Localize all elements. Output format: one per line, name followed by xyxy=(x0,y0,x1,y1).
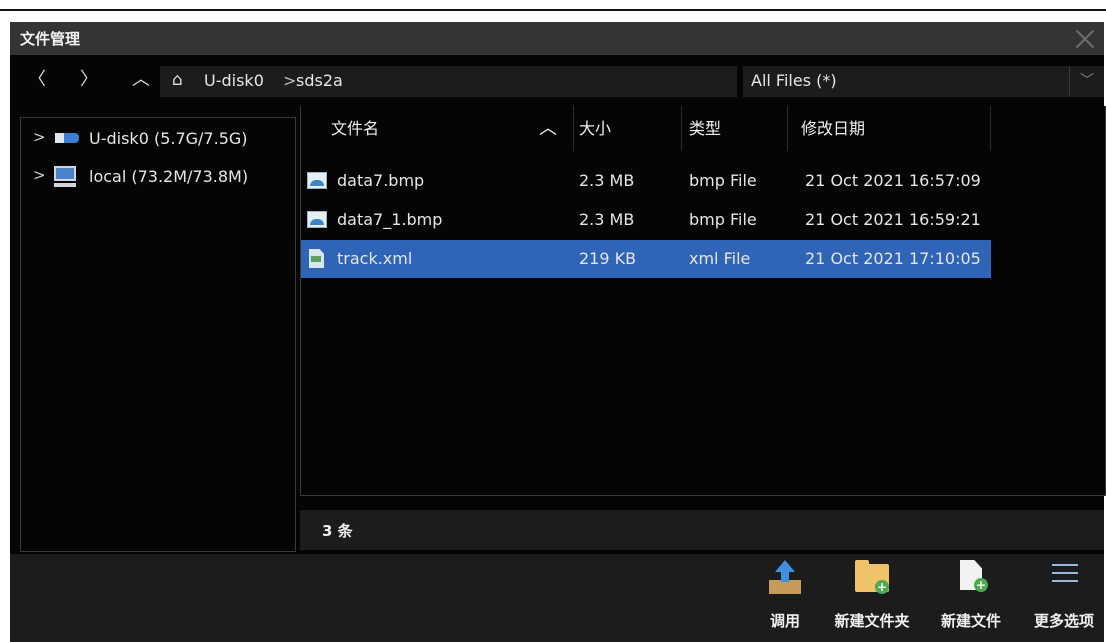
new-folder-label: 新建文件夹 xyxy=(834,612,910,630)
window-title: 文件管理 xyxy=(20,30,81,48)
title-bar: 文件管理 xyxy=(10,22,1104,55)
menu-list-icon xyxy=(1052,562,1078,586)
top-rule xyxy=(0,9,1106,11)
tree-item-local[interactable]: > local (73.2M/73.8M) xyxy=(21,162,293,192)
column-header-size[interactable]: 大小 xyxy=(579,106,611,151)
column-header-modified[interactable]: 修改日期 xyxy=(801,106,865,151)
item-count: 3 条 xyxy=(322,522,353,540)
plus-icon: + xyxy=(974,578,988,592)
new-file-label: 新建文件 xyxy=(940,612,1001,630)
usb-drive-icon xyxy=(55,133,79,143)
bottom-toolbar: 调用 + 新建文件夹 + 新建文件 更多选项 xyxy=(10,554,1104,642)
image-file-icon xyxy=(307,211,327,228)
load-icon xyxy=(767,560,803,596)
tree-item-label: U-disk0 (5.7G/7.5G) xyxy=(89,129,248,148)
chevron-right-icon[interactable]: > xyxy=(33,166,46,184)
file-type-filter[interactable]: All Files (*) ﹀ xyxy=(743,66,1104,97)
close-icon[interactable] xyxy=(1070,24,1100,54)
column-header-name[interactable]: 文件名 xyxy=(331,106,379,151)
load-button[interactable]: 调用 xyxy=(745,554,825,642)
up-button[interactable]: ︿ xyxy=(126,65,156,95)
home-icon[interactable]: ⌂ xyxy=(172,70,183,90)
file-name: data7.bmp xyxy=(337,171,425,190)
table-row[interactable]: data7_1.bmp 2.3 MB bmp File 21 Oct 2021 … xyxy=(301,201,991,239)
column-divider[interactable] xyxy=(990,106,991,151)
chevron-right-icon[interactable]: > xyxy=(33,128,46,146)
sort-ascending-icon[interactable]: ︿ xyxy=(539,106,557,151)
image-file-icon xyxy=(307,172,327,189)
computer-icon xyxy=(54,166,76,187)
file-type: bmp File xyxy=(689,210,757,229)
column-header-type[interactable]: 类型 xyxy=(689,106,721,151)
file-size: 219 KB xyxy=(579,249,637,268)
tree-item-u-disk0[interactable]: > U-disk0 (5.7G/7.5G) xyxy=(21,124,293,154)
new-folder-button[interactable]: + 新建文件夹 xyxy=(832,554,912,642)
column-divider[interactable] xyxy=(573,106,574,151)
table-row[interactable]: data7.bmp 2.3 MB bmp File 21 Oct 2021 16… xyxy=(301,162,991,200)
file-modified: 21 Oct 2021 16:59:21 xyxy=(805,210,981,229)
breadcrumb-separator: > xyxy=(283,71,297,90)
column-divider[interactable] xyxy=(787,106,788,151)
chevron-right-icon: 〉 xyxy=(80,69,98,90)
back-button[interactable]: 〈 xyxy=(22,65,52,95)
file-type: bmp File xyxy=(689,171,757,190)
file-type: xml File xyxy=(689,249,751,268)
new-file-button[interactable]: + 新建文件 xyxy=(931,554,1011,642)
file-size: 2.3 MB xyxy=(579,210,635,229)
new-folder-icon: + xyxy=(855,560,889,594)
file-list: 文件名 ︿ 大小 类型 修改日期 data7.bmp 2.3 MB bmp Fi… xyxy=(300,106,1106,496)
file-size: 2.3 MB xyxy=(579,171,635,190)
file-name: track.xml xyxy=(337,249,413,268)
breadcrumb-item-sds2a[interactable]: sds2a xyxy=(296,71,343,90)
filter-selected-value: All Files (*) xyxy=(751,71,837,90)
file-modified: 21 Oct 2021 16:57:09 xyxy=(805,171,981,190)
table-row-selected[interactable]: track.xml 219 KB xml File 21 Oct 2021 17… xyxy=(301,240,991,278)
breadcrumb[interactable]: ⌂ U-disk0 > sds2a xyxy=(160,66,737,97)
file-manager-window: 文件管理 〈 〉 ︿ ⌂ U-disk0 > sds2a All Files (… xyxy=(10,22,1106,642)
status-bar: 3 条 xyxy=(300,510,1104,550)
more-options-button[interactable]: 更多选项 xyxy=(1024,554,1104,642)
forward-button[interactable]: 〉 xyxy=(74,65,104,95)
tree-item-label: local (73.2M/73.8M) xyxy=(89,167,249,186)
chevron-left-icon: 〈 xyxy=(28,69,46,90)
more-options-label: 更多选项 xyxy=(1033,612,1094,630)
drive-tree: > U-disk0 (5.7G/7.5G) > local (73.2M/73.… xyxy=(20,117,296,552)
file-modified: 21 Oct 2021 17:10:05 xyxy=(805,249,981,268)
column-divider[interactable] xyxy=(681,106,682,151)
xml-file-icon xyxy=(309,249,324,268)
file-name: data7_1.bmp xyxy=(337,210,443,229)
load-label: 调用 xyxy=(769,612,800,630)
chevron-up-icon: ︿ xyxy=(132,69,150,90)
nav-bar: 〈 〉 ︿ ⌂ U-disk0 > sds2a All Files (*) ﹀ xyxy=(10,55,1104,106)
breadcrumb-item-u-disk0[interactable]: U-disk0 xyxy=(204,71,264,90)
chevron-down-icon[interactable]: ﹀ xyxy=(1069,66,1104,97)
